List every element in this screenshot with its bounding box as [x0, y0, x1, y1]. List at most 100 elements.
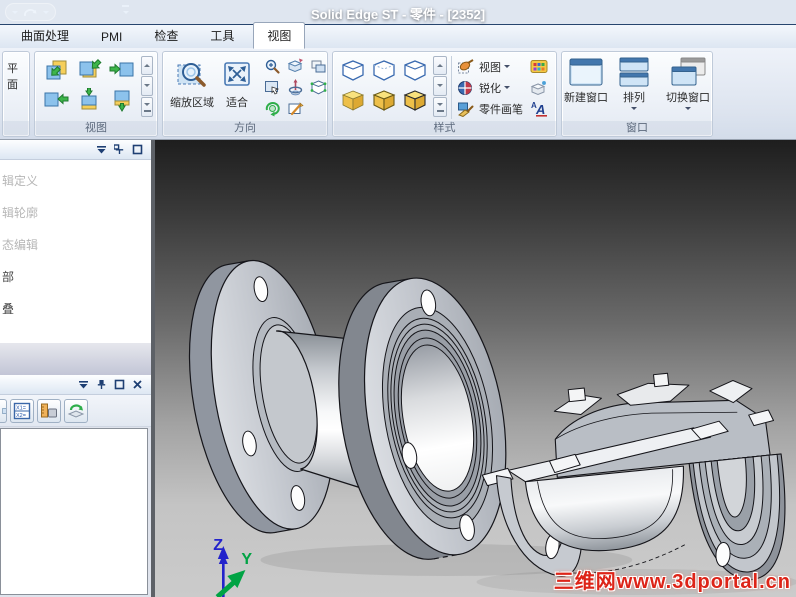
partial-toolbar-button[interactable]: [0, 398, 7, 423]
texture-button[interactable]: [530, 77, 548, 98]
wireframe-dashed-cube-icon: [372, 59, 395, 81]
arrange-button[interactable]: 排列: [612, 55, 656, 113]
title-bar: Solid Edge ST - 零件 - [2352]: [0, 0, 796, 25]
shaded-visible-edges-cube-icon: [403, 89, 426, 111]
lower-panel-maximize-icon[interactable]: [114, 379, 125, 390]
rotate-left-view-icon: [44, 92, 68, 107]
rotate-button[interactable]: [284, 77, 307, 98]
spin-icon: [265, 102, 280, 117]
list-item-all[interactable]: 部: [0, 268, 151, 300]
view-align-down-button[interactable]: [72, 85, 105, 115]
style-scroll-down-button[interactable]: [433, 76, 447, 96]
zoom-area-button[interactable]: 缩放区域: [167, 55, 217, 112]
tab-inspect[interactable]: 检查: [141, 23, 191, 48]
shaded-edges-cube-icon: [372, 89, 395, 111]
shaded-cube-icon: [341, 90, 364, 111]
view-overrides-dropdown-icon[interactable]: [504, 64, 510, 71]
arrange-dropdown-icon[interactable]: [631, 107, 637, 113]
view-rotate-left-button[interactable]: [39, 85, 72, 115]
group-label-plane: [3, 121, 29, 136]
style-wireframe-visible-button[interactable]: [399, 55, 430, 85]
part-painter-button[interactable]: 零件画笔: [457, 98, 526, 119]
tab-pmi[interactable]: PMI: [88, 26, 135, 48]
style-shaded-visible-edges-button[interactable]: [399, 85, 430, 115]
lower-panel-content[interactable]: [0, 428, 148, 595]
pan-button[interactable]: [284, 56, 307, 77]
switch-window-button[interactable]: 切换窗口: [662, 55, 712, 113]
edgebar-panel: 辑定义 辑轮廓 态编辑 部 叠 X1= X2=: [0, 140, 155, 597]
pan-view-icon: [46, 60, 66, 80]
zoom-area-label: 缩放区域: [170, 97, 214, 109]
wireframe-cube-icon: [341, 59, 364, 81]
list-item-overlap[interactable]: 叠: [0, 300, 151, 332]
view-scroll-up-button[interactable]: [141, 55, 153, 76]
texture-cube-icon: [530, 80, 546, 95]
view-align-up-button[interactable]: [105, 85, 138, 115]
ribbon-group-plane-partial: 平面: [2, 51, 30, 137]
look-at-face-button[interactable]: [261, 77, 284, 98]
list-item-edit-profile[interactable]: 辑轮廓: [0, 204, 151, 236]
color-palette-icon: [530, 60, 548, 73]
color-manager-button[interactable]: [530, 56, 548, 77]
switch-window-dropdown-icon[interactable]: [685, 107, 691, 113]
variable-table-button[interactable]: X1= X2=: [10, 398, 34, 423]
style-wireframe-dashed-button[interactable]: [368, 55, 399, 85]
plane-button[interactable]: 平面: [7, 60, 25, 92]
fit-button[interactable]: 适合: [217, 55, 257, 112]
view-align-top-button[interactable]: [72, 55, 105, 85]
tab-tools[interactable]: 工具: [197, 23, 247, 48]
new-window-button[interactable]: 新建窗口: [562, 55, 612, 105]
model-viewport[interactable]: Z Y 三维网www.3dportal.cn: [155, 140, 796, 597]
zoom-button[interactable]: [261, 56, 284, 77]
panel-pin-icon[interactable]: [114, 144, 125, 155]
panel-gap: [0, 343, 151, 375]
group-label-window: 窗口: [562, 121, 712, 136]
previous-view-button[interactable]: [307, 56, 327, 77]
measure-button[interactable]: [37, 398, 61, 423]
view-scroll-more-button[interactable]: [141, 96, 153, 117]
style-wireframe-hidden-button[interactable]: [337, 55, 368, 85]
view-overrides-button[interactable]: 视图: [457, 56, 526, 77]
view-overrides-icon: [458, 58, 474, 73]
style-scroll-more-button[interactable]: [433, 96, 447, 117]
style-shaded-button[interactable]: [337, 85, 368, 115]
3d-model-canvas: Z Y: [188, 259, 796, 597]
view-scroll-down-button[interactable]: [141, 76, 153, 96]
spin-button[interactable]: [261, 98, 284, 119]
orientation-cube-icon: [310, 80, 327, 95]
sketch-view-button[interactable]: [284, 98, 307, 119]
list-item-edit-definition[interactable]: 辑定义: [0, 172, 151, 204]
panel-maximize-icon[interactable]: [132, 144, 143, 155]
ribbon-group-style: 视图 锐化 零件画笔 A A 样式: [332, 51, 557, 137]
text-scale-glyph: A: [535, 102, 545, 117]
ribbon-group-window: 新建窗口 排列 切换窗口 窗口: [561, 51, 713, 137]
list-item-dynamic-edit[interactable]: 态编辑: [0, 236, 151, 268]
view-icon-grid: [39, 55, 138, 115]
style-scroll-up-button[interactable]: [433, 55, 447, 76]
update-button[interactable]: [64, 398, 88, 423]
arrange-label: 排列: [623, 92, 645, 104]
view-rotate-right-button[interactable]: [105, 55, 138, 85]
view-group-scrollbar: [141, 55, 153, 117]
look-at-face-icon: [265, 81, 280, 95]
sharpen-dropdown-icon[interactable]: [504, 85, 510, 92]
lower-panel-pin-icon[interactable]: [96, 379, 107, 390]
rotate-right-view-icon: [109, 62, 133, 77]
sharpen-button[interactable]: 锐化: [457, 77, 526, 98]
ruler-icon: [41, 403, 57, 417]
view-orientation-button[interactable]: [307, 77, 327, 98]
lower-panel-close-icon[interactable]: [132, 379, 143, 390]
text-scale-button[interactable]: A A: [530, 98, 548, 119]
previous-view-icon: [311, 60, 326, 73]
lower-panel-caption: [0, 375, 151, 395]
lower-panel-collapse-icon[interactable]: [78, 379, 89, 390]
tab-surface-processing[interactable]: 曲面处理: [8, 23, 82, 48]
variable-table-icon: X1= X2=: [13, 402, 31, 419]
sharpen-label: 锐化: [479, 82, 501, 95]
view-overrides-label: 视图: [479, 61, 501, 74]
style-shaded-edges-button[interactable]: [368, 85, 399, 115]
ribbon-tab-row: 曲面处理 PMI 检查 工具 视图: [0, 22, 796, 49]
tab-view[interactable]: 视图: [253, 22, 306, 49]
panel-collapse-icon[interactable]: [96, 144, 107, 155]
view-pan-into-button[interactable]: [39, 55, 72, 85]
